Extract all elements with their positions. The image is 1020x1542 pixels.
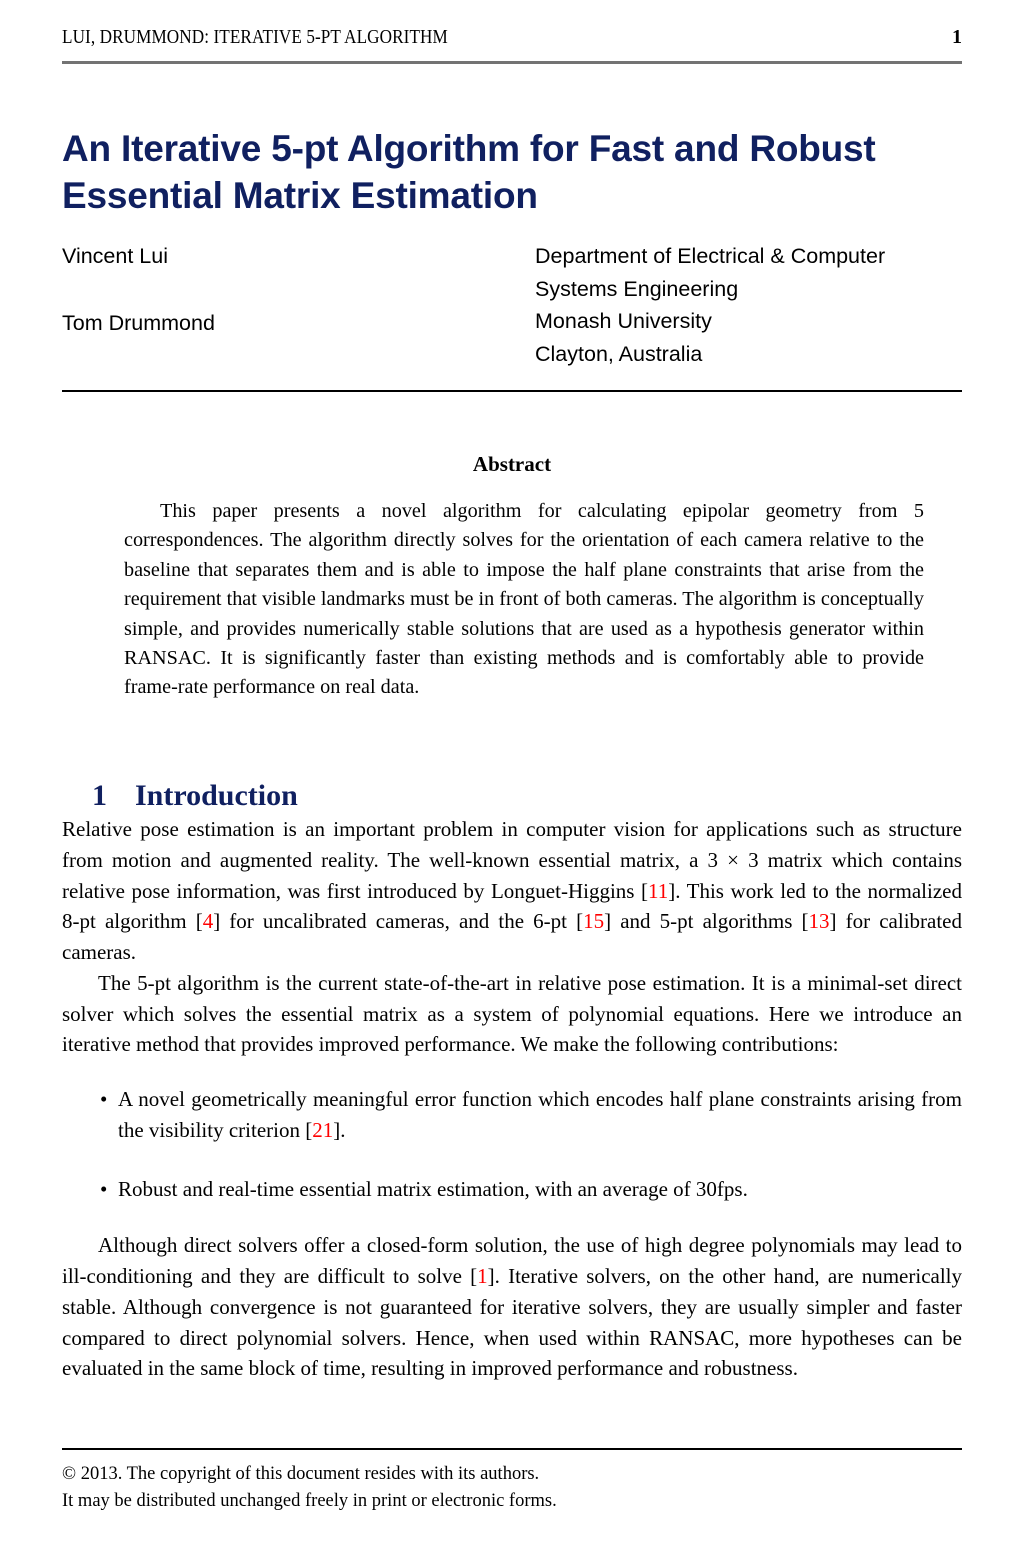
bullet-1-text-1: A novel geometrically meaningful error f… bbox=[118, 1087, 962, 1142]
bullet-icon: • bbox=[100, 1176, 108, 1201]
paragraph-3: Although direct solvers offer a closed-f… bbox=[62, 1230, 962, 1384]
paragraph-1: Relative pose estimation is an important… bbox=[62, 814, 962, 968]
citation-15[interactable]: 15 bbox=[583, 909, 604, 933]
list-item: • Robust and real-time essential matrix e… bbox=[62, 1174, 962, 1205]
abstract-heading: Abstract bbox=[472, 452, 552, 476]
contributions-list: • A novel geometrically meaningful error … bbox=[62, 1084, 962, 1204]
citation-1[interactable]: 1 bbox=[477, 1264, 488, 1288]
copyright-icon: © bbox=[62, 1464, 77, 1484]
citation-21[interactable]: 21 bbox=[312, 1118, 333, 1142]
affiliation: Department of Electrical & Computer Syst… bbox=[535, 240, 1005, 371]
affiliation-line-1: Department of Electrical & Computer bbox=[535, 244, 886, 268]
running-header-title: LUI, DRUMMOND: ITERATIVE 5-PT ALGORITHM bbox=[62, 27, 448, 48]
bullet-1-text-2: ]. bbox=[333, 1117, 346, 1142]
bullet-2-text: Robust and real-time essential matrix es… bbox=[118, 1176, 748, 1201]
footer-divider bbox=[62, 1448, 962, 1450]
copyright-line-1: © 2013. The copyright of this document r… bbox=[62, 1461, 962, 1488]
copyright-line-1-text: 2013. The copyright of this document res… bbox=[76, 1464, 540, 1484]
page-number: 1 bbox=[952, 26, 962, 48]
list-item: • A novel geometrically meaningful error … bbox=[62, 1084, 962, 1146]
copyright-line-2: It may be distributed unchanged freely i… bbox=[62, 1491, 557, 1511]
paragraph-2: The 5-pt algorithm is the current state-… bbox=[62, 970, 962, 1057]
affiliation-line-3: Monash University bbox=[535, 309, 712, 334]
author-divider bbox=[62, 390, 962, 392]
paper-page: LUI, DRUMMOND: ITERATIVE 5-PT ALGORITHM … bbox=[0, 0, 1020, 1542]
citation-4[interactable]: 4 bbox=[203, 909, 214, 933]
citation-11[interactable]: 11 bbox=[648, 879, 668, 903]
section-number: 1 bbox=[92, 779, 107, 812]
header-divider bbox=[62, 61, 962, 64]
p1-text-4: ] and 5-pt algorithms [ bbox=[604, 909, 809, 934]
author-name-2: Tom Drummond bbox=[62, 310, 215, 335]
page-title: An Iterative 5-pt Algorithm for Fast and… bbox=[62, 127, 876, 217]
bullet-icon: • bbox=[100, 1087, 108, 1111]
author-names: Vincent Lui Tom Drummond bbox=[62, 240, 482, 339]
affiliation-line-4: Clayton, Australia bbox=[535, 342, 703, 367]
running-header: LUI, DRUMMOND: ITERATIVE 5-PT ALGORITHM … bbox=[62, 26, 962, 49]
section-title: Introduction bbox=[135, 779, 298, 812]
author-name-1: Vincent Lui bbox=[62, 244, 168, 268]
abstract-body: This paper presents a novel algorithm fo… bbox=[124, 500, 924, 699]
p1-text-3: ] for uncalibrated cameras, and the 6-pt… bbox=[213, 909, 584, 934]
copyright-notice: © 2013. The copyright of this document r… bbox=[62, 1461, 962, 1515]
citation-13[interactable]: 13 bbox=[809, 909, 830, 933]
body-column: Relative pose estimation is an important… bbox=[62, 814, 962, 1384]
affiliation-line-2: Systems Engineering bbox=[535, 276, 739, 301]
